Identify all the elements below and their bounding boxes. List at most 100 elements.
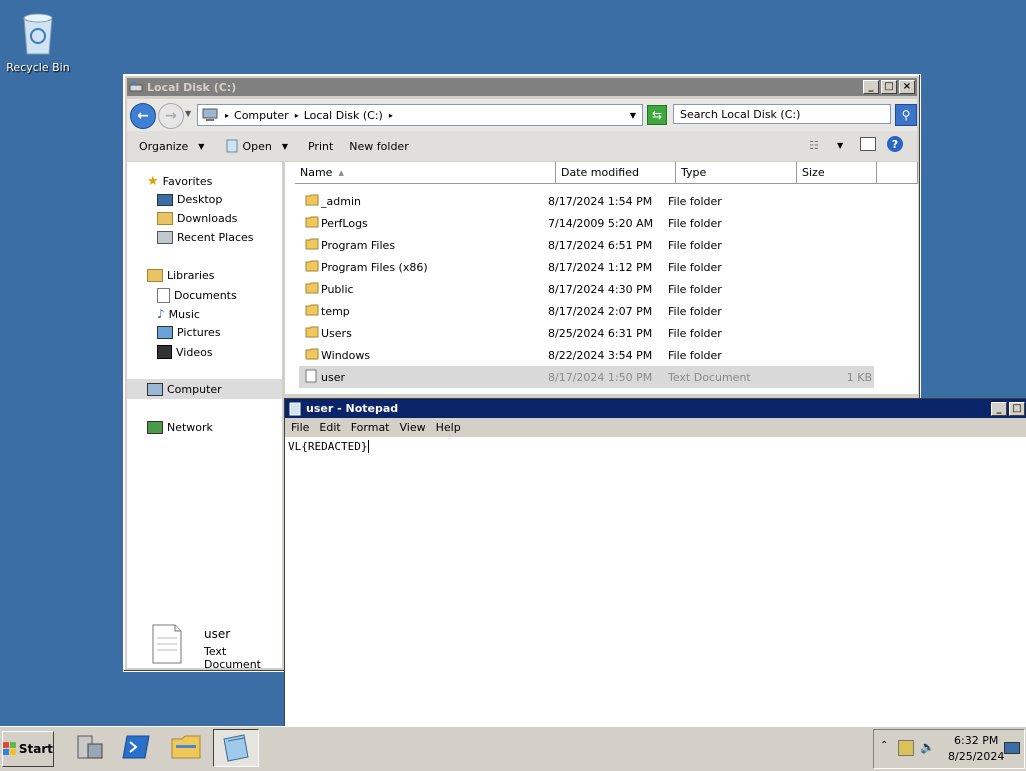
column-header-date[interactable]: Date modified: [556, 162, 676, 184]
organize-button[interactable]: Organize ▼: [139, 140, 204, 153]
search-icon[interactable]: ⚲: [895, 104, 917, 126]
computer-icon: [202, 108, 218, 121]
menu-edit[interactable]: Edit: [319, 421, 340, 434]
text-cursor: [368, 440, 370, 453]
notepad-title: user - Notepad: [306, 402, 399, 415]
refresh-button[interactable]: ⇆: [647, 105, 667, 125]
minimize-button[interactable]: _: [863, 80, 879, 94]
menu-help[interactable]: Help: [436, 421, 461, 434]
nav-item-computer[interactable]: Computer: [127, 379, 282, 399]
menu-file[interactable]: File: [291, 421, 309, 434]
server-manager-icon: [77, 735, 103, 759]
column-header-blank: [877, 162, 918, 184]
recycle-bin-shortcut[interactable]: Recycle Bin: [6, 8, 70, 74]
open-button[interactable]: Open ▼: [226, 139, 288, 153]
file-date: 8/17/2024 1:50 PM: [548, 370, 653, 384]
column-header-type[interactable]: Type: [676, 162, 797, 184]
nav-item-videos[interactable]: Videos: [157, 345, 213, 359]
taskbar-server-manager[interactable]: [66, 729, 110, 765]
taskbar-powershell[interactable]: [114, 729, 158, 765]
clock-date[interactable]: 8/25/2024: [948, 750, 1004, 763]
views-dropdown-icon[interactable]: ▼: [837, 141, 843, 150]
column-header-name[interactable]: Name ▲: [295, 162, 556, 184]
start-button[interactable]: Start: [2, 731, 54, 767]
table-row[interactable]: Public 8/17/2024 4:30 PM File folder: [299, 278, 874, 300]
table-row[interactable]: Program Files 8/17/2024 6:51 PM File folde…: [299, 234, 874, 256]
menu-format[interactable]: Format: [351, 421, 390, 434]
folder-icon: [171, 735, 201, 759]
notepad-titlebar[interactable]: user - Notepad _ □: [285, 399, 1026, 418]
table-row[interactable]: _admin 8/17/2024 1:54 PM File folder: [299, 190, 874, 212]
notepad-minimize-button[interactable]: _: [991, 401, 1007, 416]
address-bar-row: ← → ▼ ▸ Computer ▸ Local Disk (C:) ▸ ▼ ⇆…: [127, 99, 917, 131]
breadcrumb-computer[interactable]: Computer: [234, 109, 289, 122]
table-row[interactable]: user 8/17/2024 1:50 PM Text Document 1 KB: [299, 366, 874, 388]
explorer-titlebar[interactable]: Local Disk (C:) _ □ ×: [127, 78, 917, 96]
nav-item-music[interactable]: ♪ Music: [157, 307, 200, 321]
menu-view[interactable]: View: [400, 421, 426, 434]
file-type: Text Document: [668, 370, 751, 384]
maximize-button[interactable]: □: [881, 80, 897, 94]
breadcrumb-local-disk[interactable]: Local Disk (C:): [304, 109, 383, 122]
file-date: 8/25/2024 6:31 PM: [548, 326, 653, 340]
nav-item-network[interactable]: Network: [147, 421, 213, 434]
downloads-icon: [157, 212, 173, 225]
address-box[interactable]: ▸ Computer ▸ Local Disk (C:) ▸ ▼: [197, 104, 643, 126]
table-row[interactable]: PerfLogs 7/14/2009 5:20 AM File folder: [299, 212, 874, 234]
search-input[interactable]: Search Local Disk (C:): [673, 104, 891, 124]
notepad-window[interactable]: user - Notepad _ □ File Edit Format View…: [284, 398, 1026, 730]
nav-item-libraries[interactable]: Libraries: [147, 269, 215, 282]
file-size: 1 KB: [846, 370, 872, 384]
nav-item-recent-places[interactable]: Recent Places: [157, 231, 254, 244]
file-name: _admin: [321, 194, 361, 208]
address-dropdown-icon[interactable]: ▼: [630, 111, 636, 120]
notepad-text-area[interactable]: VL{REDACTED}: [288, 440, 370, 453]
clock-time[interactable]: 6:32 PM: [954, 734, 998, 747]
new-folder-button[interactable]: New folder: [349, 140, 408, 153]
explorer-title: Local Disk (C:): [147, 80, 237, 94]
file-name: Program Files: [321, 238, 396, 252]
forward-button[interactable]: →: [158, 103, 184, 129]
text-file-icon: [305, 369, 317, 386]
action-center-icon[interactable]: [898, 740, 914, 756]
powershell-icon: [122, 735, 150, 759]
file-name: Windows: [321, 348, 371, 362]
file-name: Users: [321, 326, 352, 340]
views-icon[interactable]: ☷: [809, 139, 819, 152]
table-row[interactable]: Users 8/25/2024 6:31 PM File folder: [299, 322, 874, 344]
history-dropdown-icon[interactable]: ▼: [185, 109, 191, 118]
nav-item-favorites[interactable]: ★ Favorites: [147, 174, 212, 189]
nav-item-documents[interactable]: Documents: [157, 288, 237, 303]
close-button[interactable]: ×: [899, 80, 915, 94]
notepad-icon: [226, 139, 238, 153]
recent-places-icon: [157, 231, 173, 244]
table-row[interactable]: temp 8/17/2024 2:07 PM File folder: [299, 300, 874, 322]
command-bar: Organize ▼ Open ▼ Print New folder ☷ ▼ ?: [127, 131, 917, 161]
table-row[interactable]: Program Files (x86) 8/17/2024 1:12 PM File…: [299, 256, 874, 278]
nav-item-pictures[interactable]: Pictures: [157, 326, 221, 339]
navigation-pane: ★ Favorites Desktop Downloads Recent Plac…: [127, 162, 282, 622]
notepad-icon: [289, 402, 301, 415]
table-row[interactable]: Windows 8/22/2024 3:54 PM File folder: [299, 344, 874, 366]
back-button[interactable]: ←: [130, 103, 156, 129]
column-header-size[interactable]: Size: [797, 162, 877, 184]
help-icon[interactable]: ?: [887, 136, 903, 152]
show-desktop-icon[interactable]: [1004, 742, 1020, 754]
nav-item-desktop[interactable]: Desktop: [157, 193, 222, 206]
system-tray: ⌃ 🔈 6:32 PM 8/25/2024: [873, 729, 1025, 769]
file-type: File folder: [668, 282, 722, 296]
notepad-maximize-button[interactable]: □: [1009, 401, 1025, 416]
notepad-content: VL{REDACTED}: [288, 440, 368, 453]
file-name: PerfLogs: [321, 216, 368, 230]
volume-muted-icon[interactable]: 🔈: [920, 740, 935, 754]
taskbar-explorer[interactable]: [164, 729, 208, 765]
show-hidden-icons-icon[interactable]: ⌃: [880, 740, 888, 751]
nav-item-downloads[interactable]: Downloads: [157, 212, 237, 225]
print-button[interactable]: Print: [308, 140, 333, 153]
libraries-icon: [147, 269, 163, 282]
taskbar-notepad[interactable]: [213, 729, 259, 767]
file-type: File folder: [668, 238, 722, 252]
folder-icon: [305, 237, 319, 254]
preview-pane-icon[interactable]: [860, 137, 876, 151]
details-file-type: Text Document: [204, 645, 261, 671]
